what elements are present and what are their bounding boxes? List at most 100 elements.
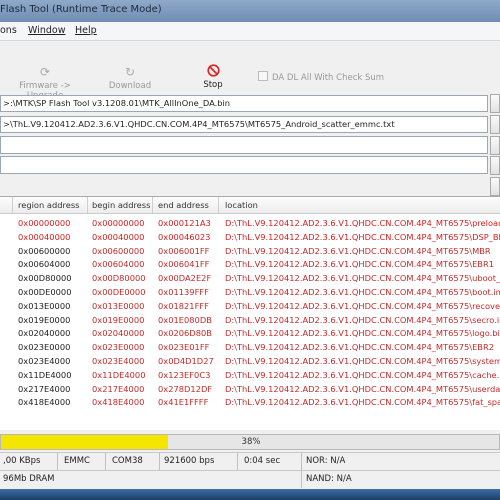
cell-begin-address: 0x013E0000 [92, 300, 145, 311]
status-time: 0:04 sec [238, 453, 302, 470]
status-nor: NOR: N/A [306, 456, 346, 466]
cell-end-address: 0x00046023 [158, 231, 211, 242]
cell-location: D:\ThL.V9.120412.AD2.3.6.V1.QHDC.CN.COM.… [225, 218, 500, 228]
cell-begin-address: 0x019E0000 [92, 314, 145, 325]
cell-region-address: 0x023E0000 [18, 342, 71, 353]
title-bar: Flash Tool (Runtime Trace Mode) [0, 0, 500, 22]
cell-end-address: 0x0206D80B [158, 328, 212, 339]
cell-location: D:\ThL.V9.120412.AD2.3.6.V1.QHDC.CN.COM.… [225, 300, 500, 311]
cell-location: D:\ThL.V9.120412.AD2.3.6.V1.QHDC.CN.COM.… [225, 383, 500, 394]
cell-region-address: 0x217E4000 [18, 383, 71, 394]
progress-text: 38% [241, 437, 261, 447]
cell-begin-address: 0x217E4000 [92, 383, 145, 394]
status-nand: NAND: N/A [306, 474, 352, 484]
toolbar: ⟳ Firmware -> Upgrade ↻ Download Stop [0, 41, 500, 101]
cell-region-address: 0x00DE0000 [18, 287, 72, 297]
download-icon: ↻ [124, 65, 136, 79]
cell-end-address: 0x01139FFF [158, 287, 209, 297]
cell-end-address: 0x000121A3 [158, 218, 211, 228]
header-end-address[interactable]: end address [158, 200, 209, 210]
cell-end-address: 0x01E080DB [158, 314, 212, 325]
cell-begin-address: 0x02040000 [92, 328, 145, 339]
auth-browse-button[interactable] [490, 136, 500, 155]
cell-begin-address: 0x00600000 [92, 245, 145, 256]
cell-location: D:\ThL.V9.120412.AD2.3.6.V1.QHDC.CN.COM.… [225, 342, 495, 353]
cert-path-field[interactable] [0, 156, 488, 174]
cell-end-address: 0x006041FF [158, 259, 210, 270]
status-bar-2: 96Mb DRAM NAND: N/A [0, 470, 500, 489]
header-location[interactable]: location [225, 200, 258, 210]
status-speed: ,00 KBps [0, 453, 58, 470]
cell-begin-address: 0x11DE4000 [92, 369, 146, 380]
menu-bar: ons Window Help [0, 22, 500, 41]
table-header: region address begin address end address… [0, 197, 500, 214]
header-begin-address[interactable]: begin address [92, 200, 150, 210]
cell-location: D:\ThL.V9.120412.AD2.3.6.V1.QHDC.CN.COM.… [225, 397, 500, 408]
check-sum-checkbox[interactable]: DA DL All With Check Sum [258, 71, 384, 83]
stop-icon [206, 64, 220, 78]
cell-begin-address: 0x00D80000 [92, 273, 146, 284]
checkbox-box[interactable] [258, 71, 268, 81]
download-label: Download [108, 81, 152, 91]
cert-browse-button[interactable] [490, 156, 500, 175]
status-bar: ,00 KBps EMMC COM38 921600 bps 0:04 sec … [0, 452, 500, 470]
menu-options[interactable]: ons [0, 25, 17, 36]
scatter-path-field[interactable]: >\ThL.V9.120412.AD2.3.6.V1.QHDC.CN.COM.4… [0, 116, 488, 133]
cell-region-address: 0x418E4000 [18, 397, 71, 408]
cell-end-address: 0x123EF0C3 [158, 369, 211, 380]
cell-location: D:\ThL.V9.120412.AD2.3.6.V1.QHDC.CN.COM.… [225, 287, 500, 297]
cell-location: D:\ThL.V9.120412.AD2.3.6.V1.QHDC.CN.COM.… [225, 328, 500, 339]
cell-region-address: 0x019E0000 [18, 314, 71, 325]
cell-begin-address: 0x418E4000 [92, 397, 145, 408]
menu-window[interactable]: Window [28, 25, 65, 36]
cell-region-address: 0x00D80000 [18, 273, 72, 284]
window-title: Flash Tool (Runtime Trace Mode) [0, 4, 162, 15]
cell-region-address: 0x00604000 [18, 259, 71, 270]
extra-button[interactable] [490, 177, 500, 196]
cell-begin-address: 0x00040000 [92, 231, 145, 242]
cell-location: D:\ThL.V9.120412.AD2.3.6.V1.QHDC.CN.COM.… [225, 245, 491, 256]
refresh-icon: ⟳ [39, 65, 51, 79]
progress-bar: 38% [0, 434, 500, 450]
status-storage: EMMC [58, 453, 106, 470]
cell-begin-address: 0x023E0000 [92, 342, 145, 353]
status-baud: 921600 bps [160, 453, 238, 470]
cell-end-address: 0x278D12DF [158, 383, 213, 394]
menu-help[interactable]: Help [75, 25, 97, 36]
table-row[interactable]: 0x418E4000 0x418E4000 0x41E1FFFF D:\ThL.V9.… [0, 394, 500, 410]
cell-begin-address: 0x00000000 [92, 218, 145, 228]
cell-region-address: 0x023E4000 [18, 356, 71, 366]
cell-begin-address: 0x00604000 [92, 259, 145, 270]
taskbar-strip [0, 489, 500, 500]
stop-label: Stop [203, 80, 223, 90]
cell-end-address: 0x01821FFF [158, 300, 209, 311]
cell-region-address: 0x013E0000 [18, 300, 71, 311]
cell-end-address: 0x00DA2E2F [158, 273, 212, 284]
cell-location: D:\ThL.V9.120412.AD2.3.6.V1.QHDC.CN.COM.… [225, 259, 495, 270]
auth-path-field[interactable] [0, 136, 488, 154]
cell-begin-address: 0x00DE0000 [92, 287, 146, 297]
cell-end-address: 0x023E01FF [158, 342, 210, 353]
cell-region-address: 0x00040000 [18, 231, 71, 242]
header-region-address[interactable]: region address [18, 200, 79, 210]
cell-location: D:\ThL.V9.120412.AD2.3.6.V1.QHDC.CN.COM.… [225, 231, 500, 242]
cell-region-address: 0x11DE4000 [18, 369, 72, 380]
status-port: COM38 [106, 453, 160, 470]
cell-end-address: 0x0D4D1D27 [158, 356, 214, 366]
cell-region-address: 0x00600000 [18, 245, 71, 256]
cell-location: D:\ThL.V9.120412.AD2.3.6.V1.QHDC.CN.COM.… [225, 356, 500, 366]
cell-end-address: 0x41E1FFFF [158, 397, 209, 408]
cell-location: D:\ThL.V9.120412.AD2.3.6.V1.QHDC.CN.COM.… [225, 273, 500, 284]
status-dram: 96Mb DRAM [0, 471, 302, 488]
cell-location: D:\ThL.V9.120412.AD2.3.6.V1.QHDC.CN.COM.… [225, 314, 500, 325]
download-button[interactable]: ↻ Download [100, 65, 160, 91]
partition-table: region address begin address end address… [0, 196, 500, 430]
cell-location: D:\ThL.V9.120412.AD2.3.6.V1.QHDC.CN.COM.… [225, 369, 500, 380]
scatter-browse-button[interactable] [490, 115, 500, 134]
da-browse-button[interactable] [490, 94, 500, 113]
cell-end-address: 0x006001FF [158, 245, 210, 256]
cell-begin-address: 0x023E4000 [92, 356, 145, 366]
cell-region-address: 0x00000000 [18, 218, 71, 228]
stop-button[interactable]: Stop [196, 64, 230, 90]
da-path-field[interactable]: >:\MTK\SP Flash Tool v3.1208.01\MTK_AllI… [0, 95, 488, 112]
